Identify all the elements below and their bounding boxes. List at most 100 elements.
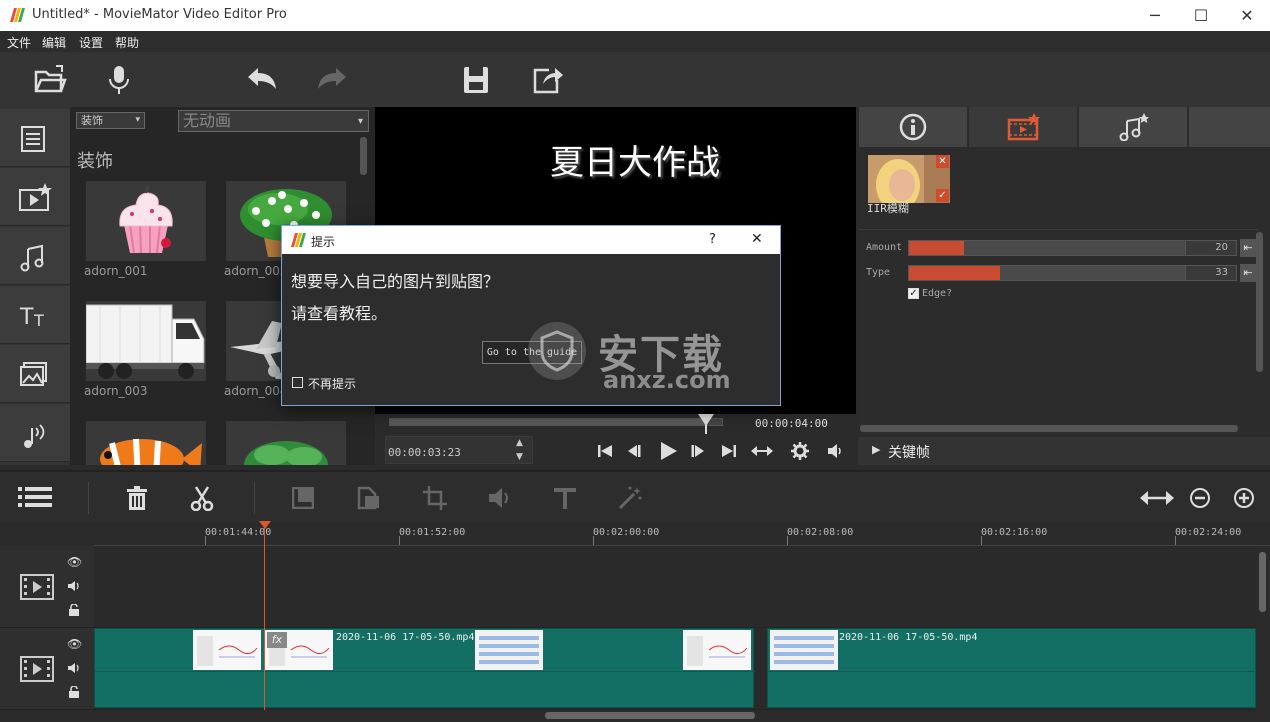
preview-progress-track[interactable] bbox=[389, 418, 723, 426]
track-lane-1[interactable] bbox=[94, 546, 1256, 628]
eye-icon[interactable]: 👁 bbox=[67, 555, 82, 569]
filter-thumbnail[interactable]: ✕ ✓ bbox=[868, 155, 950, 203]
menu-bar: 文件 编辑 设置 帮助 bbox=[0, 31, 1270, 52]
playhead-line[interactable] bbox=[264, 526, 265, 710]
spin-up-icon[interactable]: ▲ bbox=[516, 438, 523, 448]
keyframes-header[interactable]: ▶ 关键帧 bbox=[858, 437, 1270, 465]
progress-handle-icon[interactable] bbox=[698, 414, 715, 434]
dialog-help-button[interactable]: ? bbox=[709, 232, 716, 247]
duration-display: 00:00:04:00 bbox=[755, 417, 828, 430]
settings-gear-icon[interactable] bbox=[791, 442, 809, 460]
animation-select[interactable]: 无动画 ▾ bbox=[178, 110, 369, 132]
volume-icon[interactable] bbox=[827, 443, 843, 459]
category-playlist[interactable] bbox=[0, 109, 70, 167]
zoom-out-icon[interactable] bbox=[1189, 487, 1211, 509]
category-audio[interactable] bbox=[0, 227, 70, 285]
menu-edit[interactable]: 编辑 bbox=[42, 34, 66, 51]
magic-wand-icon[interactable] bbox=[618, 486, 642, 510]
param-amount-value: 20 bbox=[1215, 242, 1228, 253]
open-folder-icon[interactable] bbox=[32, 62, 68, 98]
expand-arrow-icon: ▶ bbox=[872, 443, 881, 456]
edge-checkbox[interactable]: ✓ bbox=[908, 288, 919, 299]
copy-icon[interactable] bbox=[292, 487, 314, 509]
lock-icon[interactable] bbox=[69, 686, 79, 698]
param-amount-label: Amount bbox=[866, 242, 903, 253]
delete-trash-icon[interactable] bbox=[126, 486, 148, 510]
filter-enabled-check-icon[interactable]: ✓ bbox=[936, 189, 949, 202]
minimize-button[interactable]: ─ bbox=[1132, 0, 1178, 31]
eye-icon[interactable]: 👁 bbox=[67, 637, 82, 651]
tab-audio-filters[interactable] bbox=[1079, 107, 1187, 147]
skip-to-start-icon[interactable] bbox=[597, 443, 613, 459]
previous-frame-icon[interactable] bbox=[626, 443, 642, 459]
param-amount-reset-icon[interactable]: ⇤ bbox=[1240, 239, 1256, 257]
category-stickers[interactable] bbox=[0, 345, 70, 403]
paste-icon[interactable] bbox=[357, 486, 381, 510]
crop-icon[interactable] bbox=[423, 486, 447, 510]
cut-scissors-icon[interactable] bbox=[190, 485, 214, 511]
video-clip-2[interactable]: 2020-11-06 17-05-50.mp4 bbox=[767, 628, 1257, 708]
tab-info[interactable] bbox=[859, 107, 967, 147]
undo-icon[interactable] bbox=[244, 62, 280, 98]
category-select[interactable]: 装饰 ▾ bbox=[76, 112, 145, 129]
lock-icon[interactable] bbox=[69, 604, 79, 616]
ruler-tick bbox=[981, 536, 982, 545]
remove-filter-icon[interactable]: ✕ bbox=[936, 155, 949, 168]
category-text[interactable]: T T bbox=[0, 286, 70, 344]
timeline-scrollbar-horizontal[interactable] bbox=[545, 712, 755, 719]
panel-scrollbar-horizontal[interactable] bbox=[860, 425, 1238, 432]
track-header-1[interactable]: 👁 bbox=[0, 546, 94, 628]
sticker-thumb-fish[interactable] bbox=[86, 421, 206, 465]
app-logo-icon bbox=[10, 8, 25, 22]
add-text-icon[interactable] bbox=[553, 486, 577, 510]
play-icon[interactable] bbox=[657, 440, 679, 462]
dialog-title: 提示 bbox=[311, 235, 336, 249]
maximize-button[interactable]: ☐ bbox=[1178, 0, 1224, 31]
fit-timeline-icon[interactable] bbox=[1140, 488, 1174, 508]
param-type-label: Type bbox=[866, 267, 891, 278]
current-time-spinbox[interactable]: 00:00:03:23 ▲ ▼ bbox=[385, 436, 533, 464]
sticker-thumb-cupcake[interactable] bbox=[86, 181, 206, 261]
close-window-button[interactable]: ✕ bbox=[1224, 0, 1270, 31]
tab-extra[interactable] bbox=[1189, 107, 1270, 147]
speaker-icon[interactable] bbox=[68, 580, 80, 592]
export-icon[interactable] bbox=[529, 62, 565, 98]
track-header-2[interactable]: 👁 bbox=[0, 628, 94, 710]
dialog-close-button[interactable]: ✕ bbox=[751, 231, 763, 247]
param-amount-spinbox[interactable]: 20 bbox=[1185, 240, 1237, 256]
panel-scrollbar-vertical[interactable] bbox=[1256, 232, 1263, 372]
audio-mute-icon[interactable] bbox=[488, 487, 512, 509]
zoom-in-icon[interactable] bbox=[1233, 487, 1255, 509]
animation-select-value: 无动画 bbox=[183, 111, 232, 130]
menu-settings[interactable]: 设置 bbox=[79, 34, 103, 51]
timeline-scrollbar-vertical[interactable] bbox=[1259, 552, 1266, 612]
fit-width-icon[interactable] bbox=[751, 443, 773, 459]
speaker-icon[interactable] bbox=[68, 662, 80, 674]
video-clip-1[interactable]: fx 2020-11-06 17-05-50.mp4 bbox=[94, 628, 755, 708]
sticker-label: adorn_002 bbox=[224, 264, 288, 278]
param-type-spinbox[interactable]: 33 bbox=[1185, 265, 1237, 281]
menu-help[interactable]: 帮助 bbox=[115, 34, 139, 51]
menu-file[interactable]: 文件 bbox=[7, 34, 31, 51]
next-frame-icon[interactable] bbox=[690, 443, 706, 459]
category-audio-effects[interactable] bbox=[0, 404, 70, 462]
param-amount-slider[interactable] bbox=[908, 240, 1186, 256]
spin-down-icon[interactable]: ▼ bbox=[516, 452, 523, 462]
category-video-filters[interactable] bbox=[0, 168, 70, 226]
param-type-slider[interactable] bbox=[908, 265, 1186, 281]
redo-icon[interactable] bbox=[314, 62, 350, 98]
ruler-tick bbox=[1175, 536, 1176, 545]
library-scrollbar[interactable] bbox=[360, 137, 367, 175]
timeline-menu-icon[interactable] bbox=[18, 486, 52, 508]
playhead-handle-icon[interactable] bbox=[259, 521, 271, 531]
ruler-label: 00:02:24:00 bbox=[1175, 527, 1242, 538]
param-type-reset-icon[interactable]: ⇤ bbox=[1240, 264, 1256, 282]
sticker-thumb-truck[interactable] bbox=[85, 301, 206, 381]
save-icon[interactable] bbox=[458, 62, 494, 98]
dont-show-again-checkbox[interactable] bbox=[292, 377, 303, 388]
sticker-thumb-leaves[interactable] bbox=[226, 421, 346, 465]
microphone-icon[interactable] bbox=[101, 62, 137, 98]
fx-badge[interactable]: fx bbox=[267, 632, 287, 648]
tab-video-filters[interactable] bbox=[969, 107, 1077, 147]
skip-to-end-icon[interactable] bbox=[721, 443, 737, 459]
